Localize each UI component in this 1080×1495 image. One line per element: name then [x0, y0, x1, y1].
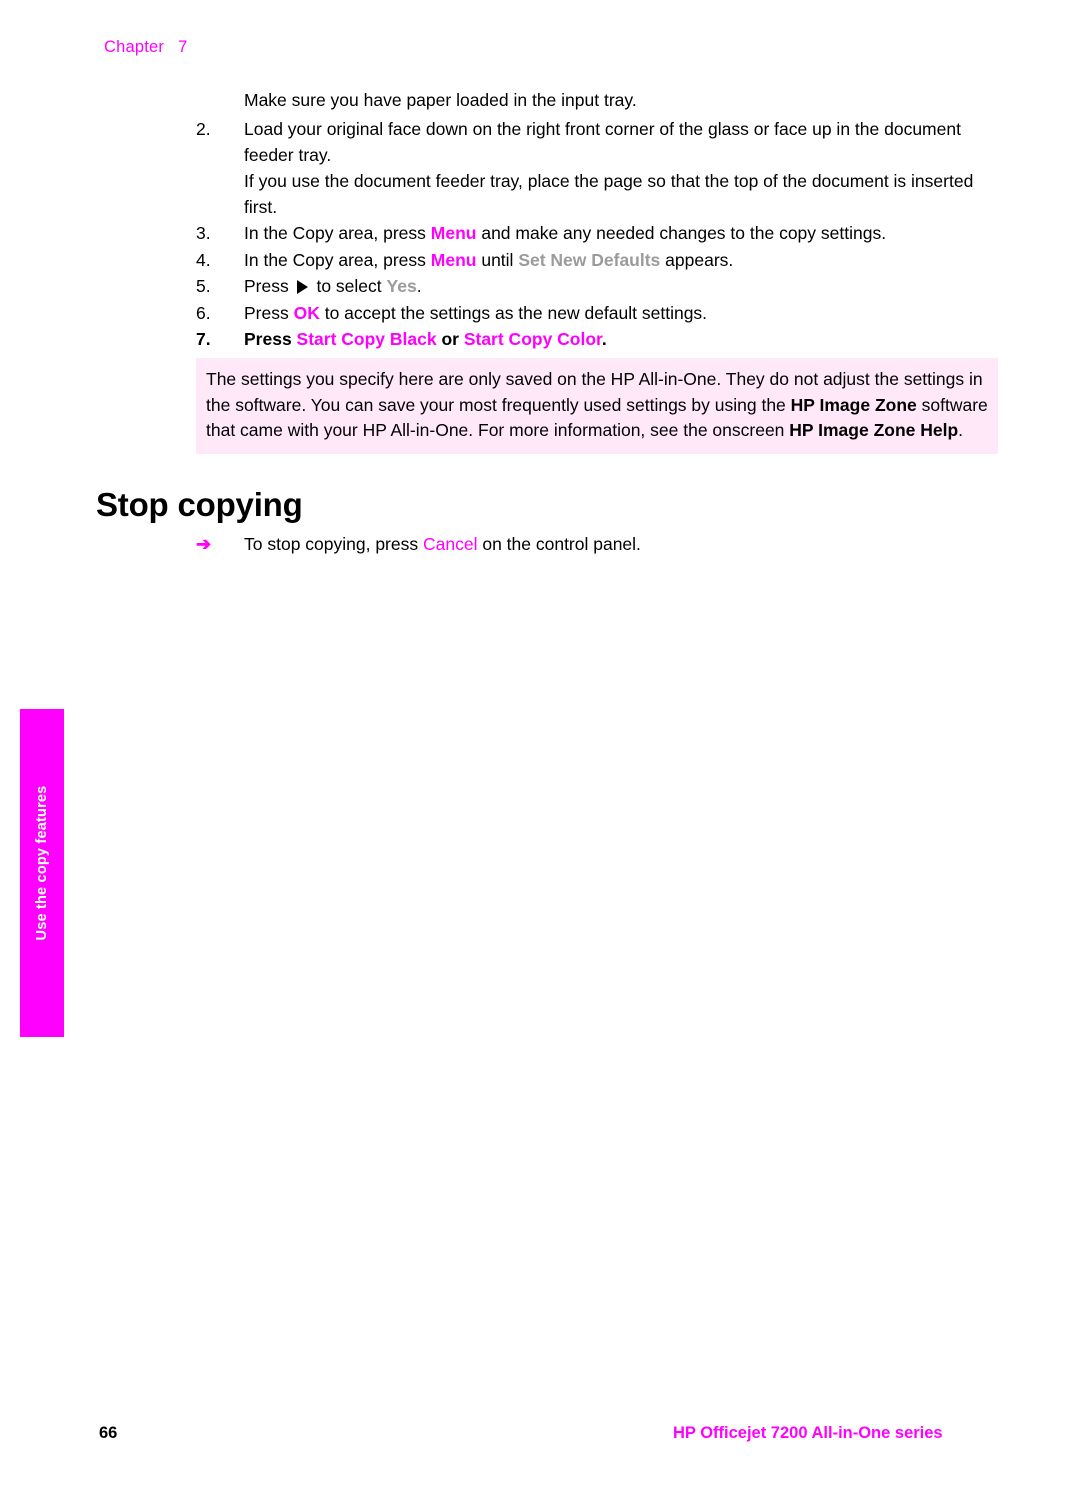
list-item: 3. In the Copy area, press Menu and make … — [196, 221, 1006, 247]
step-subparagraph: If you use the document feeder tray, pla… — [244, 171, 974, 217]
note-bold-hp-image-zone-help: HP Image Zone Help — [789, 420, 959, 440]
step-text-mid: or — [436, 329, 464, 349]
step-text-post: appears. — [660, 249, 734, 270]
step-text-post: to accept the settings as the new defaul… — [319, 302, 708, 323]
step-marker: 3. — [196, 223, 211, 243]
key-start-copy-black: Start Copy Black — [296, 329, 437, 349]
step-text-pre: In the Copy area, press — [244, 223, 431, 243]
note-part3: . — [958, 420, 964, 440]
note-bold-hp-image-zone: HP Image Zone — [790, 394, 917, 415]
menu-option-yes: Yes — [386, 276, 417, 296]
list-item: 5. Press to select Yes. — [196, 274, 1006, 300]
lead-line: Make sure you have paper loaded in the i… — [244, 90, 637, 110]
step-text-pre: Press — [244, 329, 297, 349]
menu-item-set-new-defaults: Set New Defaults — [518, 249, 661, 270]
list-item: 2. Load your original face down on the r… — [196, 117, 1006, 220]
step-text-mid: to select — [311, 276, 387, 296]
right-arrow-key-icon — [296, 280, 308, 294]
step-text-post: . — [601, 329, 607, 349]
step-text-post: . — [416, 276, 422, 296]
list-item: 7. Press Start Copy Black or Start Copy C… — [196, 327, 1006, 353]
step-text-post: and make any needed changes to the copy … — [476, 223, 887, 243]
key-menu: Menu — [430, 249, 477, 270]
page-title: Stop copying — [96, 486, 303, 523]
chapter-label: Chapter — [104, 38, 165, 56]
step-marker: 7. — [196, 329, 211, 349]
bullet-row: ➔ To stop copying, press Cancel on the c… — [196, 532, 996, 558]
side-tab-label: Use the copy features — [34, 785, 50, 941]
step-marker: 6. — [196, 302, 211, 323]
key-menu: Menu — [430, 223, 477, 243]
main-content: Make sure you have paper loaded in the i… — [196, 88, 1006, 354]
step-marker: 4. — [196, 249, 211, 270]
key-ok: OK — [293, 302, 320, 323]
step-text-pre: In the Copy area, press — [244, 249, 431, 270]
key-cancel: Cancel — [422, 534, 478, 554]
side-tab: Use the copy features — [20, 709, 64, 1037]
bullet-post: on the control panel. — [477, 534, 641, 554]
step-marker: 5. — [196, 276, 211, 296]
chapter-header: Chapter 7 — [104, 38, 188, 57]
arrow-bullet-icon: ➔ — [196, 534, 212, 554]
list-item: 6. Press OK to accept the settings as the… — [196, 301, 1006, 327]
chapter-number: 7 — [178, 38, 188, 56]
note-text: The settings you specify here are only s… — [196, 367, 998, 444]
footer-page-number: 66 — [99, 1424, 118, 1442]
footer-product-name: HP Officejet 7200 All-in-One series — [673, 1424, 943, 1442]
step-text: Load your original face down on the righ… — [244, 119, 961, 165]
step-text-pre: Press — [244, 276, 294, 296]
step-text-pre: Press — [244, 302, 294, 323]
bullet-pre: To stop copying, press — [244, 534, 423, 554]
list-item: 4. In the Copy area, press Menu until Set… — [196, 248, 1006, 274]
note-box: The settings you specify here are only s… — [196, 358, 998, 454]
step-marker: 2. — [196, 119, 211, 139]
steps-list: 2. Load your original face down on the r… — [196, 117, 1006, 353]
key-start-copy-color: Start Copy Color — [463, 329, 602, 349]
step-text-mid: until — [476, 249, 519, 270]
bullet-text: To stop copying, press Cancel on the con… — [244, 534, 641, 554]
